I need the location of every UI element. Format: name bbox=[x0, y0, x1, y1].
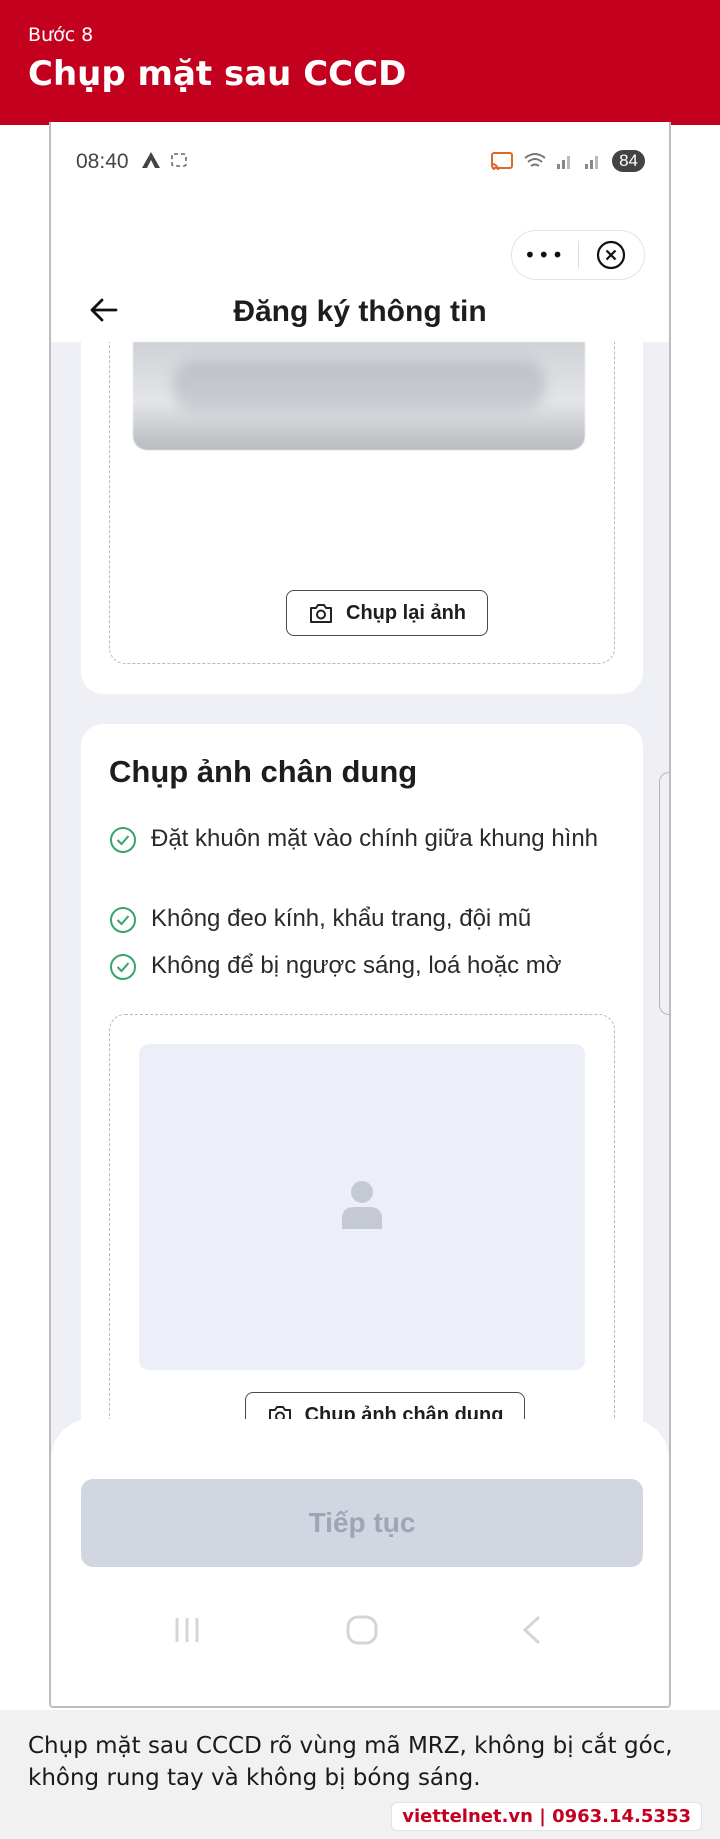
banner-title: Chụp mặt sau CCCD bbox=[28, 54, 407, 94]
check-circle-icon bbox=[110, 907, 136, 933]
portrait-card-title: Chụp ảnh chân dung bbox=[109, 754, 418, 789]
continue-button[interactable]: Tiếp tục bbox=[81, 1479, 643, 1567]
recent-apps-icon[interactable] bbox=[171, 1614, 203, 1646]
status-icons-left bbox=[141, 151, 189, 169]
portrait-card: Chụp ảnh chân dung Đặt khuôn mặt vào chí… bbox=[81, 724, 643, 1496]
requirement-item: Đặt khuôn mặt vào chính giữa khung hình bbox=[109, 822, 609, 855]
close-icon bbox=[597, 240, 626, 270]
home-icon[interactable] bbox=[345, 1614, 379, 1646]
battery-level: 84 bbox=[612, 150, 645, 172]
back-arrow-icon bbox=[90, 298, 118, 322]
requirement-item: Không đeo kính, khẩu trang, đội mũ bbox=[109, 902, 609, 935]
tutorial-banner: Bước 8 Chụp mặt sau CCCD bbox=[0, 0, 720, 125]
brand-watermark: viettelnet.vn | 0963.14.5353 bbox=[391, 1802, 702, 1831]
signal-icon-2 bbox=[585, 156, 599, 169]
app-notification-icon bbox=[142, 152, 160, 168]
screenshot-icon bbox=[171, 153, 187, 167]
requirement-text: Đặt khuôn mặt vào chính giữa khung hình bbox=[151, 825, 599, 852]
bottom-action-bar: Tiếp tục bbox=[51, 1419, 669, 1706]
retake-photo-label: Chụp lại ảnh bbox=[346, 601, 466, 624]
cast-icon bbox=[491, 152, 514, 171]
requirement-text: Không đeo kính, khẩu trang, đội mũ bbox=[151, 905, 532, 932]
status-icons-right: 84 bbox=[490, 150, 645, 172]
id-back-card: Chụp lại ảnh bbox=[81, 342, 643, 694]
close-button[interactable] bbox=[579, 239, 645, 271]
person-icon bbox=[342, 1181, 382, 1229]
caption-area: Chụp mặt sau CCCD rõ vùng mã MRZ, không … bbox=[0, 1710, 720, 1839]
status-time: 08:40 bbox=[76, 150, 129, 173]
instruction-caption: Chụp mặt sau CCCD rõ vùng mã MRZ, không … bbox=[28, 1733, 673, 1791]
check-circle-icon bbox=[110, 827, 136, 853]
retake-photo-button[interactable]: Chụp lại ảnh bbox=[286, 590, 488, 636]
more-button[interactable]: ••• bbox=[512, 243, 578, 267]
back-button[interactable] bbox=[89, 296, 119, 328]
requirement-item: Không để bị ngược sáng, loá hoặc mờ bbox=[109, 949, 609, 982]
requirement-text: Không để bị ngược sáng, loá hoặc mờ bbox=[151, 952, 562, 979]
android-nav-bar bbox=[51, 1614, 669, 1664]
camera-icon bbox=[310, 604, 332, 623]
page-header: ••• Đăng ký thông tin bbox=[51, 200, 669, 342]
portrait-placeholder[interactable] bbox=[139, 1044, 585, 1370]
miniapp-capsule: ••• bbox=[511, 230, 645, 280]
signal-icon bbox=[557, 156, 571, 169]
status-bar: 08:40 84 bbox=[51, 122, 669, 200]
check-circle-icon bbox=[110, 954, 136, 980]
phone-screenshot: 08:40 84 ••• Đăng ký thông tin Chụp lại … bbox=[49, 122, 671, 1708]
wifi-icon bbox=[524, 153, 546, 167]
nav-back-icon[interactable] bbox=[519, 1614, 549, 1646]
page-title: Đăng ký thông tin bbox=[233, 295, 487, 328]
scroll-indicator[interactable] bbox=[659, 772, 669, 1015]
id-back-photo bbox=[133, 342, 585, 450]
step-label: Bước 8 bbox=[28, 24, 94, 46]
